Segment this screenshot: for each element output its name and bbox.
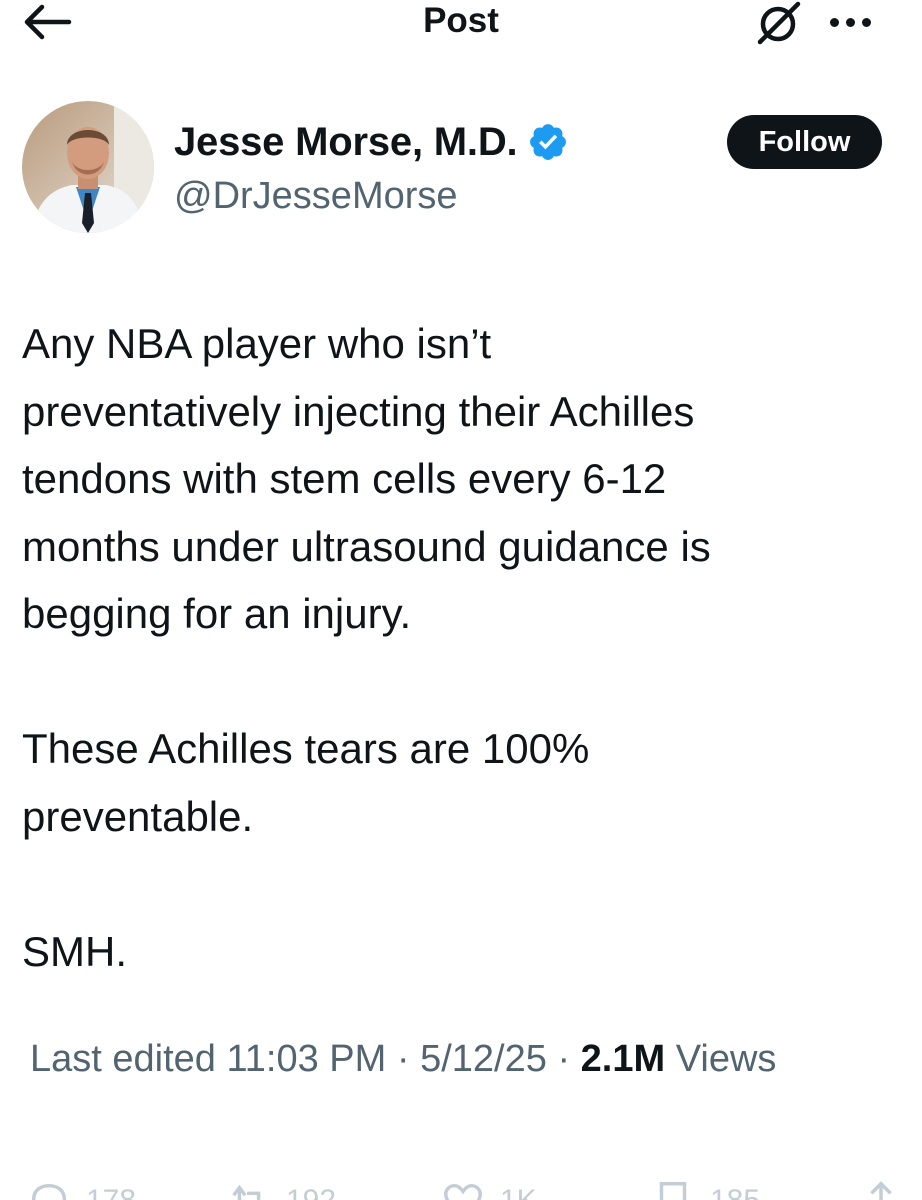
more-horizontal-icon-dot <box>846 17 855 27</box>
post-line: begging for an injury. <box>22 590 412 637</box>
share-icon <box>870 1181 892 1200</box>
post-meta: Last edited 11:03 PM · 5/12/25 · 2.1M Vi… <box>30 1033 776 1085</box>
post-date[interactable]: 5/12/25 <box>420 1038 547 1080</box>
post-paragraph: SMH. <box>22 918 902 986</box>
grok-button[interactable] <box>752 0 808 46</box>
follow-button[interactable]: Follow <box>727 115 882 169</box>
post-line: preventatively injecting their Achilles <box>22 387 695 435</box>
action-bar: 178 192 1K 185 <box>0 1168 922 1200</box>
meta-separator: · <box>557 1038 571 1080</box>
reply-count: 178 <box>86 1184 136 1200</box>
post-line: preventable. <box>22 792 254 840</box>
repost-button[interactable]: 192 <box>226 1178 336 1200</box>
reply-icon <box>31 1183 67 1200</box>
share-button[interactable] <box>858 1178 904 1200</box>
views-count: 2.1M <box>580 1038 666 1080</box>
bookmark-count: 185 <box>710 1184 760 1200</box>
post-line: These Achilles tears are 100% <box>22 725 590 772</box>
post-text: Any NBA player who isn’t preventatively … <box>22 310 902 985</box>
repost-icon <box>232 1184 261 1200</box>
avatar[interactable] <box>22 101 154 233</box>
post-paragraph: These Achilles tears are 100% preventabl… <box>22 715 902 850</box>
bookmark-button[interactable]: 185 <box>650 1178 760 1200</box>
edited-time[interactable]: Last edited 11:03 PM <box>30 1038 386 1080</box>
post-line: months under ultrasound guidance is <box>22 522 711 570</box>
like-count: 1K <box>500 1184 537 1200</box>
more-horizontal-icon-dot <box>862 17 871 27</box>
verified-badge-icon <box>530 124 567 160</box>
more-options-button[interactable] <box>830 4 886 40</box>
meta-separator: · <box>396 1038 410 1080</box>
heart-icon <box>444 1183 482 1200</box>
post-line: Any NBA player who isn’t <box>22 320 492 367</box>
avatar-image <box>22 101 154 233</box>
post-line: tendons with stem cells every 6-12 <box>22 455 667 502</box>
post-page: Post Jesse Morse, M.D. @DrJesseMorse Fol… <box>0 0 922 1200</box>
like-button[interactable]: 1K <box>440 1178 537 1200</box>
author-name-row: Jesse Morse, M.D. <box>174 116 569 168</box>
repost-count: 192 <box>286 1184 336 1200</box>
bookmark-icon <box>659 1182 687 1200</box>
reply-button[interactable]: 178 <box>26 1178 136 1200</box>
views-label: Views <box>675 1038 777 1080</box>
more-horizontal-icon <box>830 17 839 27</box>
top-bar: Post <box>0 0 922 50</box>
author-handle[interactable]: @DrJesseMorse <box>174 172 458 220</box>
post-line: SMH. <box>22 927 127 975</box>
post-paragraph: Any NBA player who isn’t preventatively … <box>22 310 902 648</box>
author-name[interactable]: Jesse Morse, M.D. <box>174 116 518 168</box>
grok-icon <box>757 1 801 45</box>
